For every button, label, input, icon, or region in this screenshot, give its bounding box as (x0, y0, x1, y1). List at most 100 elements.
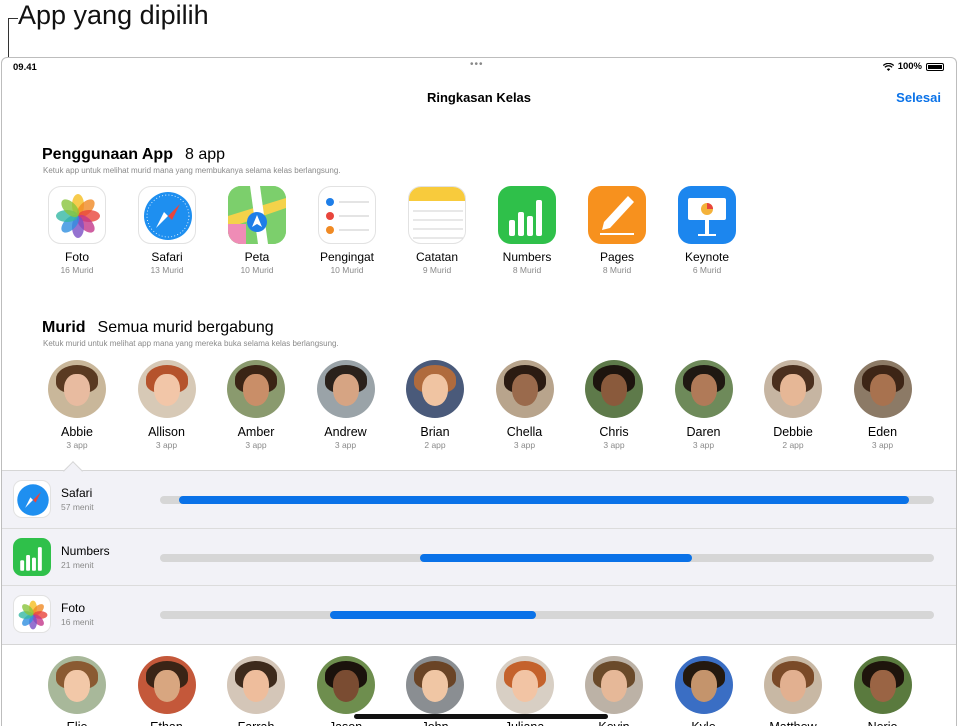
callout-line-top (8, 18, 18, 19)
student-item-chris[interactable]: Chris 3 app (574, 360, 654, 450)
home-indicator[interactable] (354, 714, 608, 719)
avatar (764, 656, 822, 714)
avatar (227, 360, 285, 418)
usage-app-name: Foto (61, 601, 86, 615)
student-app-count: 3 app (513, 440, 536, 450)
battery-icon (926, 62, 944, 71)
student-item-andrew[interactable]: Andrew 3 app (306, 360, 386, 450)
app-student-count: 10 Murid (330, 265, 364, 275)
numbers-icon (13, 538, 51, 576)
app-item-numbers[interactable]: Numbers 8 Murid (487, 186, 567, 275)
pages-icon (588, 186, 646, 244)
app-item-pages[interactable]: Pages 8 Murid (577, 186, 657, 275)
avatar (585, 360, 643, 418)
usage-bar-fill (179, 496, 910, 504)
student-name: John (395, 720, 475, 726)
avatar (48, 360, 106, 418)
app-name: Foto (64, 250, 89, 264)
usage-row-foto[interactable]: Foto 16 menit (2, 585, 956, 642)
student-name: Kevin (574, 720, 654, 726)
student-item-allison[interactable]: Allison 3 app (127, 360, 207, 450)
app-name: Pengingat (319, 250, 375, 264)
multitasking-dots-icon[interactable]: ••• (470, 59, 484, 70)
avatar (674, 656, 733, 714)
avatar (316, 360, 375, 418)
avatar-face (511, 374, 538, 406)
student-name: Daren (686, 425, 721, 439)
app-usage-count: 8 app (184, 146, 226, 163)
student-name: Debbie (773, 425, 813, 439)
student-item-debbie[interactable]: Debbie 2 app (753, 360, 833, 450)
app-student-count: 8 Murid (512, 265, 542, 275)
app-name: Safari (151, 250, 183, 264)
app-item-peta[interactable]: Peta 10 Murid (217, 186, 297, 275)
avatar (227, 656, 285, 714)
battery-percent: 100% (897, 61, 922, 72)
avatar (585, 656, 643, 714)
avatar-face (153, 670, 180, 702)
student-name: Juliana (485, 720, 565, 726)
students-header: Murid Semua murid bergabung (42, 319, 274, 337)
student-item-ethan[interactable]: Ethan (127, 656, 207, 726)
student-item-nerio[interactable]: Nerio (843, 656, 923, 726)
done-button[interactable]: Selesai (896, 90, 941, 105)
usage-duration: 16 menit (61, 617, 94, 627)
callout-label: App yang dipilih (18, 0, 209, 30)
avatar (137, 656, 196, 714)
app-student-count: 9 Murid (422, 265, 452, 275)
student-item-elie[interactable]: Elie (37, 656, 117, 726)
avatar-face (780, 374, 806, 406)
student-name: Kyle (664, 720, 744, 726)
app-item-safari[interactable]: Safari 13 Murid (127, 186, 207, 275)
avatar (853, 360, 912, 418)
student-item-eden[interactable]: Eden 3 app (843, 360, 923, 450)
student-name: Brian (420, 425, 450, 439)
app-usage-header: Penggunaan App 8 app (42, 146, 225, 164)
app-name: Pages (599, 250, 635, 264)
student-name: Allison (148, 425, 185, 439)
student-item-matthew[interactable]: Matthew (753, 656, 833, 726)
avatar (764, 360, 822, 418)
student-item-daren[interactable]: Daren 3 app (664, 360, 744, 450)
student-name: Chris (599, 425, 629, 439)
wifi-icon (882, 62, 894, 71)
student-item-chella[interactable]: Chella 3 app (485, 360, 565, 450)
avatar-face (601, 374, 627, 406)
app-name: Numbers (502, 250, 552, 264)
app-usage-subtitle: Ketuk app untuk melihat murid mana yang … (43, 166, 341, 175)
usage-bar-track (160, 554, 934, 562)
student-name: Nerio (843, 720, 923, 726)
avatar-face (243, 374, 269, 406)
avatar-face (780, 670, 806, 702)
student-app-count: 3 app (692, 440, 715, 450)
avatar-face (422, 374, 448, 406)
student-app-count: 2 app (782, 440, 804, 450)
avatar-face (511, 670, 538, 702)
student-item-abbie[interactable]: Abbie 3 app (37, 360, 117, 450)
maps-icon (228, 186, 286, 244)
app-item-pengingat[interactable]: Pengingat 10 Murid (307, 186, 387, 275)
student-item-farrah[interactable]: Farrah (216, 656, 296, 726)
student-app-count: 3 app (245, 440, 267, 450)
student-name: Farrah (216, 720, 296, 726)
student-name: Ethan (127, 720, 207, 726)
avatar-face (869, 374, 896, 406)
students-subtitle: Ketuk murid untuk melihat app mana yang … (43, 339, 339, 348)
app-item-foto[interactable]: Foto 16 Murid (37, 186, 117, 275)
usage-bar-track (160, 611, 934, 619)
usage-row-numbers[interactable]: Numbers 21 menit (2, 528, 956, 585)
student-name: Andrew (324, 425, 367, 439)
app-item-catatan[interactable]: Catatan 9 Murid (397, 186, 477, 275)
avatar (495, 656, 554, 714)
student-item-brian[interactable]: Brian 2 app (395, 360, 475, 450)
avatar (853, 656, 912, 714)
student-item-kyle[interactable]: Kyle (664, 656, 744, 726)
app-name: Catatan (415, 250, 459, 264)
avatar (674, 360, 733, 418)
student-app-count: 3 app (603, 440, 625, 450)
avatar-face (690, 670, 717, 702)
photos-icon (48, 186, 106, 244)
student-item-amber[interactable]: Amber 3 app (216, 360, 296, 450)
usage-row-safari[interactable]: Safari 57 menit (2, 471, 956, 528)
app-item-keynote[interactable]: Keynote 6 Murid (667, 186, 747, 275)
